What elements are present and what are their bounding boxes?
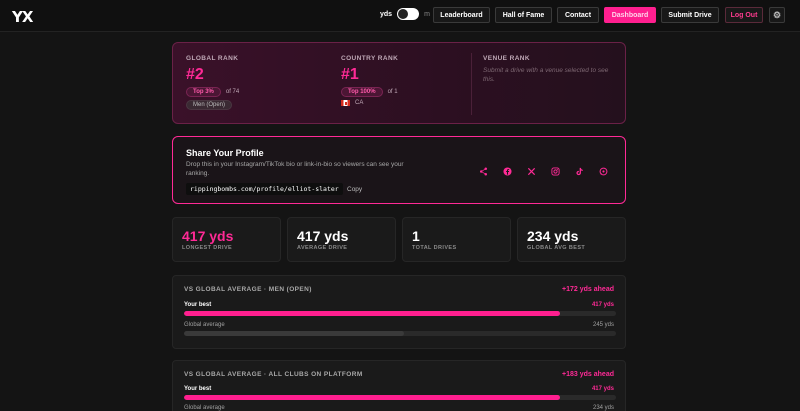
global-rank-value: #2 bbox=[186, 66, 204, 83]
profile-url[interactable]: rippingbombs.com/profile/elliot-slater bbox=[186, 183, 343, 195]
stat-label: TOTAL DRIVES bbox=[412, 245, 457, 251]
site-logo[interactable]: YX bbox=[12, 8, 33, 26]
global-rank-percentile-badge: Top 3% bbox=[186, 87, 221, 97]
global-rank-title: GLOBAL RANK bbox=[186, 55, 239, 62]
your-best-bar bbox=[184, 311, 616, 316]
nav-contact-button[interactable]: Contact bbox=[557, 7, 599, 23]
your-best-value: 417 yds bbox=[591, 386, 614, 392]
unit-toggle[interactable]: yds m bbox=[380, 8, 430, 20]
comparison-ahead-amount: +172 yds ahead bbox=[562, 286, 614, 293]
share-profile-card: Share Your Profile Drop this in your Ins… bbox=[172, 136, 626, 204]
logout-button[interactable]: Log Out bbox=[725, 7, 763, 23]
tiktok-icon[interactable] bbox=[573, 165, 585, 177]
your-best-bar bbox=[184, 395, 616, 400]
comparison-ahead-amount: +183 yds ahead bbox=[562, 371, 614, 378]
global-rank-section: GLOBAL RANK #2 Top 3% of 74 Men (Open) bbox=[186, 55, 239, 110]
stat-card-total-drives: 1 TOTAL DRIVES bbox=[402, 217, 511, 262]
stat-value: 234 yds bbox=[527, 228, 579, 244]
comparison-title: VS GLOBAL AVERAGE · ALL CLUBS ON PLATFOR… bbox=[184, 371, 363, 378]
copy-url-button[interactable]: Copy bbox=[343, 183, 366, 195]
share-icon[interactable] bbox=[477, 165, 489, 177]
stat-card-average-drive: 417 yds AVERAGE DRIVE bbox=[287, 217, 396, 262]
division-badge: Men (Open) bbox=[186, 100, 233, 110]
canada-flag-icon bbox=[341, 100, 350, 106]
stat-value: 417 yds bbox=[182, 228, 234, 244]
comparison-card-all-clubs: VS GLOBAL AVERAGE · ALL CLUBS ON PLATFOR… bbox=[172, 360, 626, 411]
nav-submit-drive-button[interactable]: Submit Drive bbox=[661, 7, 719, 23]
country-rank-percentile-badge: Top 100% bbox=[341, 87, 383, 97]
comparison-title: VS GLOBAL AVERAGE · MEN (OPEN) bbox=[184, 286, 312, 293]
venue-rank-note: Submit a drive with a venue selected to … bbox=[483, 67, 609, 84]
your-best-value: 417 yds bbox=[591, 302, 614, 308]
country-code: CA bbox=[355, 100, 364, 106]
settings-button[interactable]: ⚙ bbox=[769, 7, 785, 23]
global-average-label: Global average bbox=[184, 405, 225, 411]
country-rank-section: COUNTRY RANK #1 Top 100% of 1 CA bbox=[341, 55, 398, 106]
unit-switch[interactable] bbox=[397, 8, 420, 20]
global-average-value: 245 yds bbox=[592, 322, 614, 328]
global-average-bar-fill bbox=[184, 331, 405, 336]
stat-label: AVERAGE DRIVE bbox=[297, 245, 348, 251]
top-navigation-bar: YX yds m Leaderboard Hall of Fame Contac… bbox=[0, 0, 800, 32]
instagram-icon[interactable] bbox=[549, 165, 561, 177]
your-best-label: Your best bbox=[184, 302, 212, 308]
x-icon[interactable] bbox=[525, 165, 537, 177]
stat-value: 417 yds bbox=[297, 228, 349, 244]
gear-icon: ⚙ bbox=[772, 9, 782, 20]
your-best-bar-fill bbox=[184, 311, 560, 316]
unit-label-m: m bbox=[424, 10, 430, 18]
country-rank-total: of 1 bbox=[387, 89, 398, 95]
your-best-label: Your best bbox=[184, 386, 212, 392]
share-title: Share Your Profile bbox=[186, 148, 264, 158]
your-best-bar-fill bbox=[184, 395, 560, 400]
global-average-value: 234 yds bbox=[592, 405, 614, 411]
venue-rank-section: VENUE RANK Submit a drive with a venue s… bbox=[483, 55, 618, 85]
stat-label: GLOBAL AVG BEST bbox=[527, 245, 586, 251]
venue-rank-title: VENUE RANK bbox=[483, 55, 530, 62]
stat-card-global-avg-best: 234 yds GLOBAL AVG BEST bbox=[517, 217, 626, 262]
country-rank-title: COUNTRY RANK bbox=[341, 55, 399, 62]
switch-knob bbox=[398, 9, 409, 19]
global-average-label: Global average bbox=[184, 322, 225, 328]
nav-leaderboard-button[interactable]: Leaderboard bbox=[433, 7, 490, 23]
comparison-card-men-open: VS GLOBAL AVERAGE · MEN (OPEN) +172 yds … bbox=[172, 275, 626, 349]
global-rank-total: of 74 bbox=[225, 89, 240, 95]
stat-label: LONGEST DRIVE bbox=[182, 245, 233, 251]
facebook-icon[interactable] bbox=[501, 165, 513, 177]
nav-hall-of-fame-button[interactable]: Hall of Fame bbox=[495, 7, 552, 23]
stat-card-longest-drive: 417 yds LONGEST DRIVE bbox=[172, 217, 281, 262]
whatsapp-icon[interactable] bbox=[597, 165, 609, 177]
unit-label-yds: yds bbox=[380, 10, 393, 18]
stat-value: 1 bbox=[412, 228, 420, 244]
rank-divider bbox=[471, 53, 472, 115]
share-description: Drop this in your Instagram/TikTok bio o… bbox=[186, 161, 404, 178]
nav-dashboard-button[interactable]: Dashboard bbox=[604, 7, 656, 23]
global-average-bar bbox=[184, 331, 616, 336]
rank-summary-card: GLOBAL RANK #2 Top 3% of 74 Men (Open) C… bbox=[172, 42, 626, 124]
country-rank-value: #1 bbox=[341, 66, 359, 83]
